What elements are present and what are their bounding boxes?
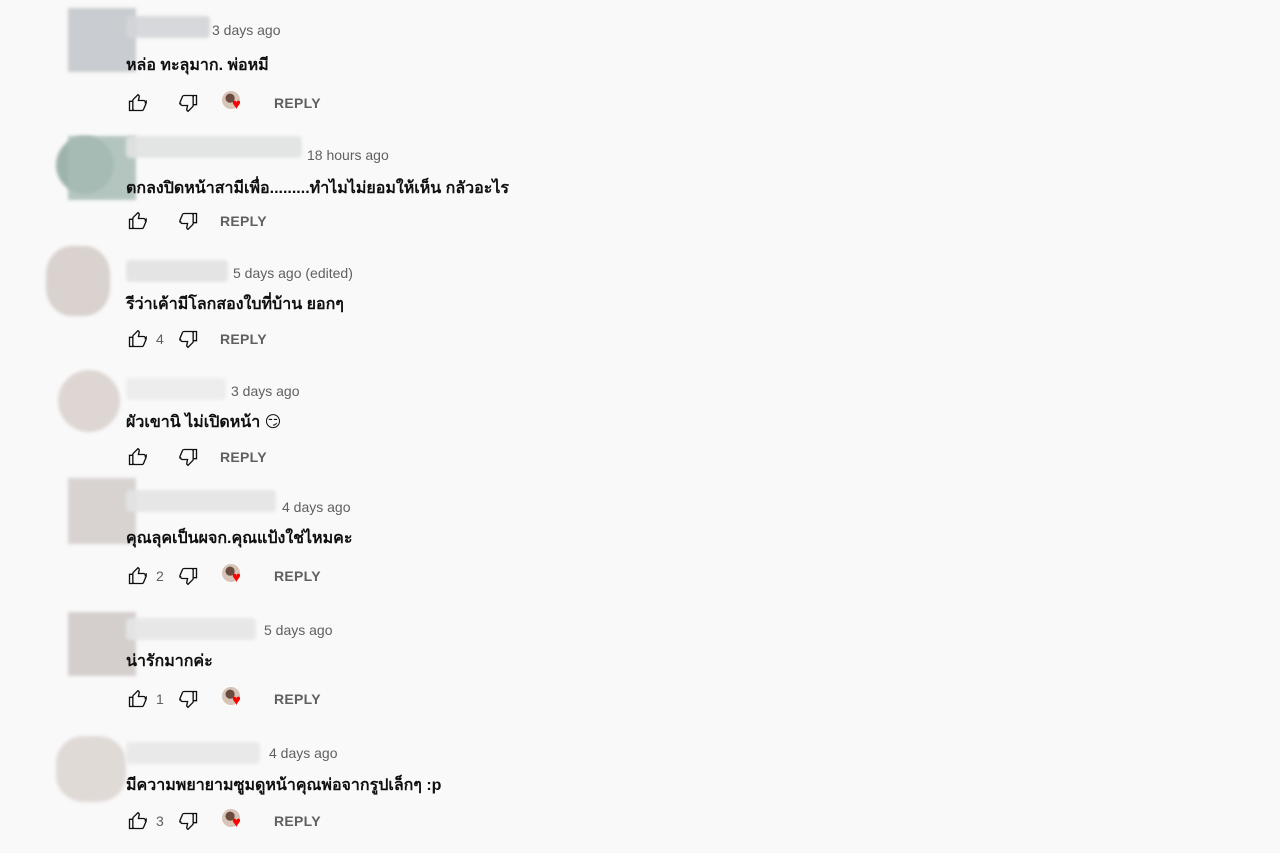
author-name-redacted[interactable] [126,16,210,38]
reply-button[interactable]: REPLY [220,213,267,229]
dislike-icon[interactable] [178,565,200,587]
comment-timestamp[interactable]: 5 days ago [264,622,333,638]
comment-text: ผัวเขานิ ไม่เปิดหน้า 😏 [126,414,282,431]
author-name-redacted[interactable] [126,618,256,640]
like-count: 2 [156,568,164,584]
comment-text: รีว่าเค้ามีโลกสองใบที่บ้าน ยอกๆ [126,296,344,313]
dislike-icon[interactable] [178,688,200,710]
reply-button[interactable]: REPLY [274,813,321,829]
comment-timestamp[interactable]: 18 hours ago [307,147,389,163]
avatar[interactable] [46,246,110,316]
like-icon[interactable] [126,565,148,587]
author-name-redacted[interactable] [126,378,226,400]
comment-text: น่ารักมากค่ะ [126,653,213,670]
comment-actions: 2 ♥ REPLY [126,563,321,589]
comment-item: 3 days ago หล่อ ทะลุมาก. พ่อหมี ♥ REPLY [0,8,1280,126]
like-icon[interactable] [126,810,148,832]
comment-actions: ♥ REPLY [126,90,321,116]
reply-button[interactable]: REPLY [274,95,321,111]
comment-actions: REPLY [126,444,267,470]
comment-text: หล่อ ทะลุมาก. พ่อหมี [126,57,269,74]
like-count: 3 [156,813,164,829]
comment-timestamp[interactable]: 5 days ago (edited) [233,265,353,281]
heart-icon: ♥ [232,692,241,709]
like-count: 1 [156,691,164,707]
author-name-redacted[interactable] [126,260,228,282]
avatar[interactable] [56,736,126,802]
dislike-icon[interactable] [178,210,200,232]
dislike-icon[interactable] [178,328,200,350]
comment-actions: 1 ♥ REPLY [126,686,321,712]
comment-timestamp[interactable]: 4 days ago [282,499,351,515]
comment-text: ตกลงปิดหน้าสามีเพื่อ.........ทำไมไม่ยอมใ… [126,180,509,197]
creator-heart-badge: ♥ [222,91,248,115]
like-icon[interactable] [126,210,148,232]
creator-heart-badge: ♥ [222,687,248,711]
comment-item: 5 days ago (edited) รีว่าเค้ามีโลกสองใบท… [0,246,1280,372]
dislike-icon[interactable] [178,810,200,832]
reply-button[interactable]: REPLY [274,568,321,584]
comment-text: มีความพยายามซูมดูหน้าคุณพ่อจากรูปเล็กๆ :… [126,777,442,794]
like-count: 4 [156,331,164,347]
comment-item: 4 days ago คุณลุคเป็นผจก.คุณแป้งใช่ไหมคะ… [0,478,1280,596]
reply-button[interactable]: REPLY [220,331,267,347]
comment-item: 4 days ago มีความพยายามซูมดูหน้าคุณพ่อจา… [0,734,1280,852]
comment-item: 3 days ago ผัวเขานิ ไม่เปิดหน้า 😏 REPLY [0,370,1280,490]
dislike-icon[interactable] [178,92,200,114]
avatar[interactable] [58,370,120,432]
heart-icon: ♥ [232,569,241,586]
reply-button[interactable]: REPLY [274,691,321,707]
comment-timestamp[interactable]: 3 days ago [212,22,281,38]
author-name-redacted[interactable] [126,490,276,512]
comment-timestamp[interactable]: 3 days ago [231,383,300,399]
comment-actions: 4 REPLY [126,326,267,352]
like-icon[interactable] [126,328,148,350]
creator-heart-badge: ♥ [222,809,248,833]
heart-icon: ♥ [232,814,241,831]
comment-timestamp[interactable]: 4 days ago [269,745,338,761]
author-name-redacted[interactable] [126,136,302,158]
comment-actions: REPLY [126,208,267,234]
heart-icon: ♥ [232,96,241,113]
like-icon[interactable] [126,92,148,114]
dislike-icon[interactable] [178,446,200,468]
like-icon[interactable] [126,446,148,468]
author-name-redacted[interactable] [126,742,260,764]
comment-text: คุณลุคเป็นผจก.คุณแป้งใช่ไหมคะ [126,530,353,547]
comment-item: 5 days ago น่ารักมากค่ะ 1 ♥ REPLY [0,612,1280,730]
comment-actions: 3 ♥ REPLY [126,808,321,834]
like-icon[interactable] [126,688,148,710]
reply-button[interactable]: REPLY [220,449,267,465]
comment-item: 18 hours ago ตกลงปิดหน้าสามีเพื่อ.......… [0,136,1280,254]
creator-heart-badge: ♥ [222,564,248,588]
